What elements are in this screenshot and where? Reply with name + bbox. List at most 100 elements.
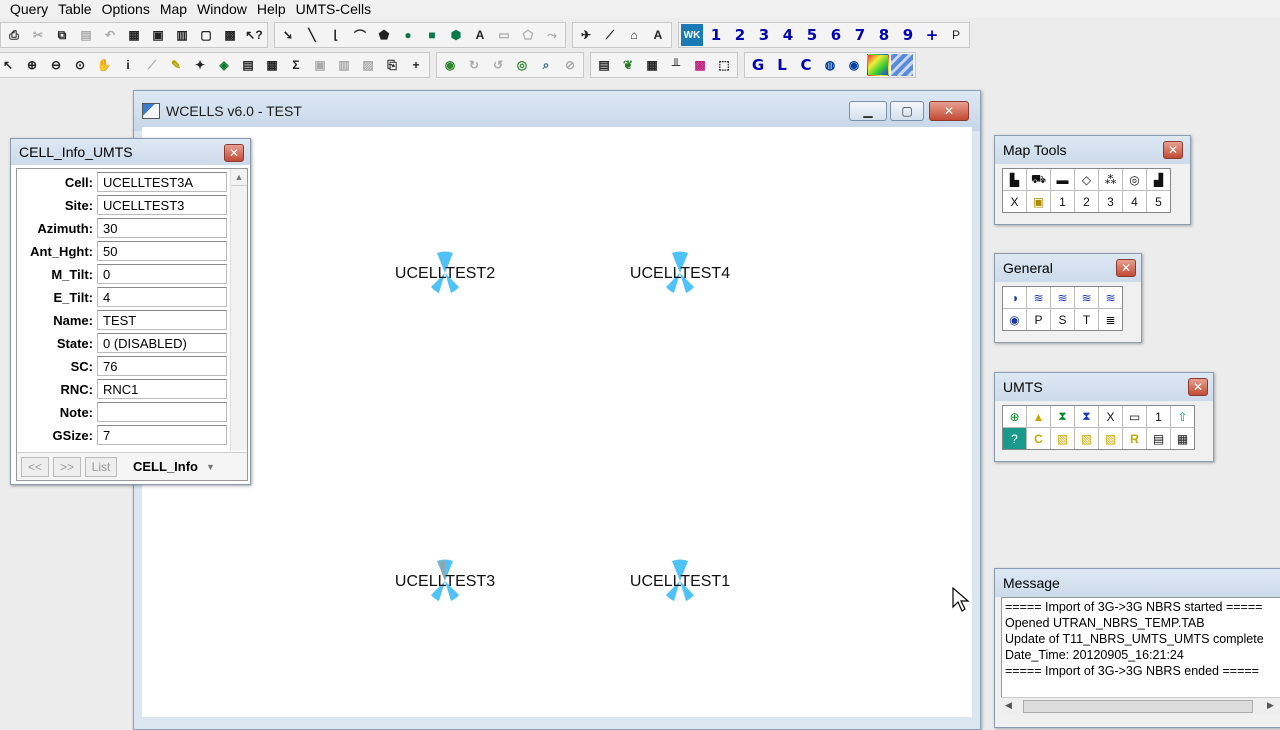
print-icon[interactable]: ⎙ — [3, 24, 25, 46]
map-tool-3-button[interactable]: 3 — [1099, 191, 1122, 212]
target-icon[interactable]: ◎ — [1123, 169, 1146, 190]
form-dropdown-icon[interactable]: ▼ — [206, 462, 215, 472]
gsize-field[interactable]: 7 — [97, 425, 227, 445]
menu-help[interactable]: Help — [252, 1, 291, 17]
buffer-icon[interactable]: ↺ — [487, 54, 509, 76]
vehicle-icon[interactable]: ▬ — [1051, 169, 1074, 190]
hotlink-icon[interactable]: ⟋ — [141, 54, 163, 76]
umts-close-button[interactable]: ✕ — [1188, 378, 1208, 396]
rainbow-icon[interactable] — [867, 54, 889, 76]
ruler-icon[interactable]: ▦ — [261, 54, 283, 76]
rectangle-icon[interactable]: ■ — [421, 24, 443, 46]
umts-titlebar[interactable]: UMTS — [995, 373, 1213, 401]
general-close-button[interactable]: ✕ — [1116, 259, 1136, 277]
hatch-icon[interactable]: ▧ — [1051, 428, 1074, 449]
leaf-icon[interactable]: ❦ — [617, 54, 639, 76]
drag-window-icon[interactable]: ✦ — [189, 54, 211, 76]
cell-label[interactable]: UCELLTEST3 — [395, 573, 495, 591]
cell-label[interactable]: UCELLTEST4 — [630, 265, 730, 283]
map-tool-5-button[interactable]: 5 — [1147, 191, 1170, 212]
g-button[interactable]: G — [747, 54, 769, 76]
rounded-rect-icon[interactable]: ⬢ — [445, 24, 467, 46]
stack-icon[interactable]: ≣ — [1099, 309, 1122, 330]
grabber-hand-icon[interactable]: ✋ — [93, 54, 115, 76]
general-p-button[interactable]: P — [1027, 309, 1050, 330]
cell-info-titlebar[interactable]: CELL_Info_UMTS — [11, 139, 250, 165]
box-icon[interactable]: ▭ — [1123, 406, 1146, 427]
menu-umts-cells[interactable]: UMTS-Cells — [291, 1, 376, 17]
scroll-thumb[interactable] — [1023, 700, 1253, 713]
layer-4-button[interactable]: 4 — [777, 24, 799, 46]
satellite-icon[interactable]: ✈ — [575, 24, 597, 46]
select-arrow-icon[interactable]: ➘ — [277, 24, 299, 46]
list-button[interactable]: List — [85, 456, 117, 477]
green-crosshair-icon[interactable]: ⊕ — [1003, 406, 1026, 427]
info-icon[interactable]: i — [117, 54, 139, 76]
map-canvas[interactable]: UCELLTEST2 UCELLTEST4 UCELLTEST3 UCELLTE… — [142, 127, 972, 717]
note-field[interactable] — [97, 402, 227, 422]
map-tool-4-button[interactable]: 4 — [1123, 191, 1146, 212]
message-hscrollbar[interactable]: ◀ ▶ — [1001, 697, 1280, 715]
maximize-button[interactable]: ▢ — [890, 101, 924, 121]
map-tools-titlebar[interactable]: Map Tools — [995, 136, 1190, 164]
house-icon[interactable]: ⌂ — [623, 24, 645, 46]
arc-icon[interactable]: ⌒ — [349, 24, 371, 46]
statistics-icon[interactable]: ▤ — [237, 54, 259, 76]
layer-5-button[interactable]: 5 — [801, 24, 823, 46]
new-browser-icon[interactable]: ▦ — [123, 24, 145, 46]
menu-window[interactable]: Window — [192, 1, 252, 17]
paste-icon[interactable]: ▤ — [75, 24, 97, 46]
layer-1-button[interactable]: 1 — [705, 24, 727, 46]
zoom-out-icon[interactable]: ⊖ — [45, 54, 67, 76]
cell-label[interactable]: UCELLTEST1 — [630, 573, 730, 591]
change-view-icon[interactable]: ⊙ — [69, 54, 91, 76]
map-tool-1-button[interactable]: 1 — [1051, 191, 1074, 212]
search-globe-icon[interactable]: ⌕ — [535, 54, 557, 76]
new-grapher-icon[interactable]: ▥ — [171, 24, 193, 46]
no-entry-icon[interactable]: ⊘ — [559, 54, 581, 76]
line-icon[interactable]: ╲ — [301, 24, 323, 46]
cut-icon[interactable]: ✂ — [27, 24, 49, 46]
layers-icon[interactable]: ≋ — [1075, 287, 1098, 308]
sc-field[interactable]: 76 — [97, 356, 227, 376]
new-layout-icon[interactable]: ▢ — [195, 24, 217, 46]
layers-icon[interactable]: ≋ — [1027, 287, 1050, 308]
hourglass-icon[interactable]: ⧗ — [1051, 406, 1074, 427]
thematic-icon[interactable]: ▨ — [357, 54, 379, 76]
hatch-icon[interactable]: ▧ — [1099, 428, 1122, 449]
factory-icon[interactable]: ▙ — [1003, 169, 1026, 190]
undo-icon[interactable]: ↶ — [99, 24, 121, 46]
yellow-blue-circle-icon[interactable]: ◑ — [1003, 287, 1026, 308]
yellow-triangle-icon[interactable]: ▲ — [1027, 406, 1050, 427]
layer-6-button[interactable]: 6 — [825, 24, 847, 46]
umts-x-button[interactable]: X — [1099, 406, 1122, 427]
layer-8-button[interactable]: 8 — [873, 24, 895, 46]
add-node-icon[interactable]: ⤳ — [541, 24, 563, 46]
text-icon[interactable]: A — [469, 24, 491, 46]
highlight-box-icon[interactable]: ▣ — [1027, 191, 1050, 212]
histogram-icon[interactable]: ▟ — [1147, 169, 1170, 190]
text-style-icon[interactable]: A — [647, 24, 669, 46]
l-button[interactable]: L — [771, 54, 793, 76]
site-field[interactable]: UCELLTEST3 — [97, 195, 227, 215]
polyline-icon[interactable]: ⌊ — [325, 24, 347, 46]
menu-map[interactable]: Map — [155, 1, 192, 17]
new-mapper-icon[interactable]: ▣ — [147, 24, 169, 46]
ellipse-icon[interactable]: ● — [397, 24, 419, 46]
stripes-icon[interactable] — [891, 54, 913, 76]
wk-icon[interactable]: WK — [681, 24, 703, 46]
p-button[interactable]: P — [945, 24, 967, 46]
scroll-right-icon[interactable]: ▶ — [1267, 700, 1274, 711]
layer-7-button[interactable]: 7 — [849, 24, 871, 46]
umts-c-button[interactable]: C — [1027, 428, 1050, 449]
script-icon[interactable]: ⎘ — [381, 54, 403, 76]
azimuth-field[interactable]: 30 — [97, 218, 227, 238]
m-tilt-field[interactable]: 0 — [97, 264, 227, 284]
redistrict-icon[interactable]: ▩ — [219, 24, 241, 46]
zoom-to-globe-icon[interactable]: ◎ — [511, 54, 533, 76]
refresh-globe-icon[interactable]: ◉ — [439, 54, 461, 76]
hatch-icon[interactable]: ▧ — [1075, 428, 1098, 449]
map-tools-close-button[interactable]: ✕ — [1163, 141, 1183, 159]
cell-label[interactable]: UCELLTEST2 — [395, 265, 495, 283]
label-icon[interactable]: ✎ — [165, 54, 187, 76]
